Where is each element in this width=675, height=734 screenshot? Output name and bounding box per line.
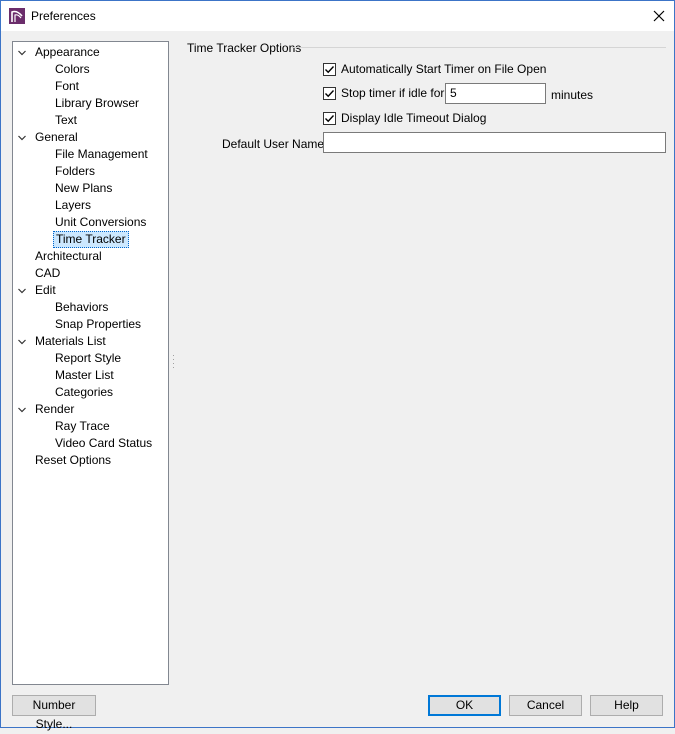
tree-item-label: Layers [55, 198, 92, 212]
tree-item[interactable]: Categories [53, 384, 115, 401]
tree-item-label: Snap Properties [55, 317, 142, 331]
window-title: Preferences [31, 9, 96, 23]
preferences-dialog: Preferences Appearance Colors Font Library … [0, 0, 675, 731]
checkmark-icon [325, 65, 335, 73]
default-user-label: Default User Name: [222, 137, 328, 151]
help-button[interactable]: Help [590, 695, 663, 716]
tree-item[interactable]: Library Browser [53, 95, 141, 112]
tree-item[interactable]: Render [18, 401, 76, 418]
tree-item-label: Unit Conversions [55, 215, 147, 229]
tree-item-label: Architectural [35, 249, 102, 263]
idle-dialog-option[interactable]: Display Idle Timeout Dialog [323, 110, 486, 126]
splitter-handle[interactable] [173, 355, 175, 371]
tree-item[interactable]: Materials List [18, 333, 108, 350]
tree-item-label: Behaviors [55, 300, 109, 314]
tree-item-label: Master List [55, 368, 114, 382]
idle-dialog-checkbox[interactable] [323, 111, 336, 125]
chevron-down-icon[interactable] [17, 133, 27, 143]
tree-item-label: Text [55, 113, 78, 127]
group-title: Time Tracker Options [187, 41, 302, 55]
tree-item[interactable]: Folders [53, 163, 97, 180]
tree-item-label: CAD [35, 266, 61, 280]
idle-minutes-input[interactable]: 5 [445, 83, 546, 104]
idle-dialog-label: Display Idle Timeout Dialog [341, 111, 487, 125]
tree-item[interactable]: CAD [33, 265, 62, 282]
minutes-unit-label: minutes [551, 88, 594, 102]
ok-button[interactable]: OK [428, 695, 501, 716]
tree-item-label: Materials List [35, 334, 106, 348]
tree-item-label: Library Browser [55, 96, 140, 110]
tree-item[interactable]: Report Style [53, 350, 123, 367]
tree-item-label: Edit [35, 283, 56, 297]
tree-item[interactable]: Behaviors [53, 299, 110, 316]
chevron-down-icon[interactable] [17, 405, 27, 415]
tree-item-label: Folders [55, 164, 96, 178]
stop-idle-label: Stop timer if idle for [341, 86, 445, 100]
group-divider [292, 47, 666, 48]
tree-item-label: New Plans [55, 181, 113, 195]
tree-item-label: Categories [55, 385, 114, 399]
tree-item-label: File Management [55, 147, 148, 161]
tree-item[interactable]: Reset Options [33, 452, 113, 469]
tree-item[interactable]: Font [53, 78, 81, 95]
tree-item[interactable]: Unit Conversions [53, 214, 148, 231]
tree-item-label: Appearance [35, 45, 100, 59]
tree-item-label: Font [55, 79, 80, 93]
tree-item[interactable]: File Management [53, 146, 150, 163]
checkmark-icon [325, 89, 335, 97]
tree-item[interactable]: General [18, 129, 80, 146]
tree-item-label: Ray Trace [55, 419, 110, 433]
tree-item[interactable]: Master List [53, 367, 116, 384]
chevron-down-icon[interactable] [17, 286, 27, 296]
chevron-down-icon[interactable] [17, 48, 27, 58]
tree-item[interactable]: Ray Trace [53, 418, 112, 435]
stop-idle-checkbox[interactable] [323, 86, 336, 100]
cancel-button[interactable]: Cancel [509, 695, 582, 716]
close-icon [653, 10, 665, 22]
auto-start-checkbox[interactable] [323, 62, 336, 76]
chevron-down-icon[interactable] [17, 337, 27, 347]
tree-item[interactable]: Snap Properties [53, 316, 143, 333]
tree-item-label: Report Style [55, 351, 122, 365]
tree-item-label: Video Card Status [55, 436, 153, 450]
category-tree[interactable]: Appearance Colors Font Library Browser Text G… [12, 41, 169, 685]
tree-item-label: Render [35, 402, 75, 416]
close-button[interactable] [644, 1, 674, 31]
tree-item[interactable]: Text [53, 112, 79, 129]
number-style-button[interactable]: Number Style... [12, 695, 96, 731]
tree-item-label: Reset Options [35, 453, 112, 467]
tree-item[interactable]: Appearance [18, 44, 102, 61]
title-bar[interactable]: Preferences [1, 1, 674, 31]
app-logo-icon [9, 8, 25, 24]
tree-item-label: General [35, 130, 78, 144]
auto-start-option[interactable]: Automatically Start Timer on File Open [323, 61, 546, 77]
tree-item[interactable]: New Plans [53, 180, 114, 197]
default-user-input[interactable] [323, 132, 666, 153]
tree-item[interactable]: Architectural [33, 248, 104, 265]
tree-item-label: Time Tracker [53, 231, 129, 248]
stop-idle-option[interactable]: Stop timer if idle for [323, 85, 444, 101]
tree-item[interactable]: Time Tracker [53, 231, 129, 248]
tree-item[interactable]: Layers [53, 197, 93, 214]
tree-item[interactable]: Video Card Status [53, 435, 154, 452]
checkmark-icon [325, 114, 335, 122]
tree-item-label: Colors [55, 62, 90, 76]
tree-item[interactable]: Colors [53, 61, 92, 78]
auto-start-label: Automatically Start Timer on File Open [341, 62, 547, 76]
tree-item[interactable]: Edit [18, 282, 58, 299]
